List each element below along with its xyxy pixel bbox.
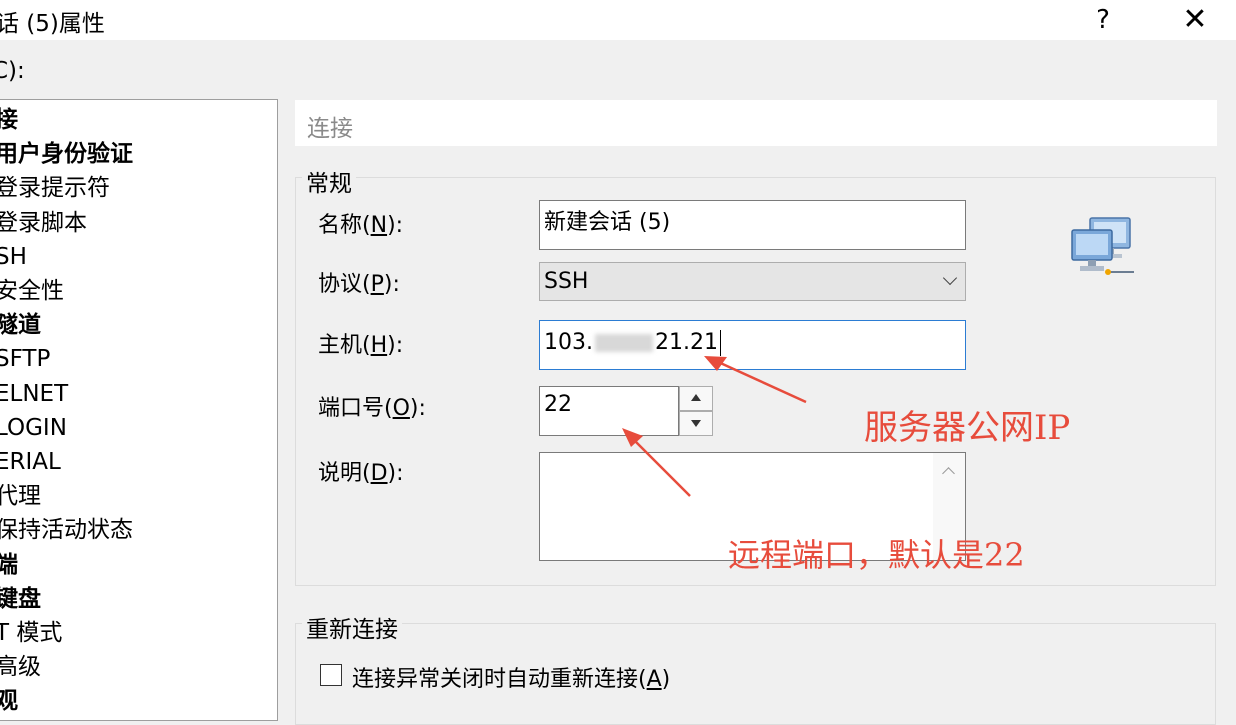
scroll-up-icon <box>942 467 955 480</box>
tree-item[interactable]: 用户身份验证 <box>0 140 133 168</box>
auto-reconnect-checkbox[interactable] <box>320 664 342 686</box>
port-increment-button[interactable] <box>679 386 713 411</box>
section-header-title: 连接 <box>307 116 353 142</box>
name-label: 名称(N): <box>318 213 404 238</box>
tree-item[interactable]: 隧道 <box>0 311 41 339</box>
category-label: C): <box>0 58 25 84</box>
tree-item[interactable]: 登录脚本 <box>0 209 87 237</box>
help-button[interactable]: ? <box>1080 2 1126 38</box>
tree-item[interactable]: ERIAL <box>0 448 61 476</box>
tree-item[interactable]: SFTP <box>0 345 50 373</box>
host-value-start: 103. <box>544 330 593 355</box>
protocol-select[interactable]: SSH <box>539 262 966 301</box>
close-button[interactable]: ✕ <box>1172 2 1218 38</box>
tree-item[interactable]: 代理 <box>0 482 41 510</box>
auto-reconnect-label[interactable]: 连接异常关闭时自动重新连接(A) <box>352 661 670 693</box>
redacted-block <box>594 334 653 352</box>
port-decrement-button[interactable] <box>679 411 713 436</box>
protocol-value: SSH <box>544 269 589 294</box>
port-input[interactable]: 22 <box>539 386 679 436</box>
protocol-label: 协议(P): <box>318 272 400 297</box>
general-group-title: 常规 <box>302 164 356 198</box>
arrow-down-icon <box>691 420 701 427</box>
ip-annotation: 服务器公网IP <box>864 408 1071 448</box>
chevron-down-icon <box>942 270 958 286</box>
window-title: 话 (5)属性 <box>0 11 105 37</box>
tree-item[interactable]: 观 <box>0 687 18 715</box>
tree-item[interactable]: 登录提示符 <box>0 174 110 202</box>
tree-item[interactable]: 端 <box>0 551 18 579</box>
title-bar: 话 (5)属性 ? ✕ <box>0 0 1236 40</box>
name-input[interactable]: 新建会话 (5) <box>539 200 966 250</box>
text-caret <box>719 330 721 356</box>
reconnect-group-title: 重新连接 <box>302 610 402 644</box>
tree-item[interactable]: ELNET <box>0 380 68 408</box>
host-input[interactable]: 103. 21.21 <box>539 320 966 370</box>
port-label: 端口号(O): <box>318 396 426 421</box>
host-value-end: 21.21 <box>654 330 718 355</box>
port-annotation: 远程端口，默认是22 <box>728 536 1025 574</box>
tree-item[interactable]: 安全性 <box>0 277 64 305</box>
tree-item[interactable]: 保持活动状态 <box>0 516 133 544</box>
tree-item[interactable]: T 模式 <box>0 619 62 647</box>
tree-item[interactable]: 键盘 <box>0 585 41 613</box>
network-computers-icon <box>1071 217 1134 275</box>
tree-item[interactable]: 高级 <box>0 653 41 681</box>
tree-item[interactable]: 接 <box>0 106 18 134</box>
category-tree[interactable]: 接用户身份验证登录提示符登录脚本 SH 安全性隧道 SFTP ELNET LOGIN ERI… <box>0 99 278 721</box>
tree-item[interactable]: LOGIN <box>0 414 67 442</box>
host-label: 主机(H): <box>318 333 404 358</box>
arrow-up-icon <box>691 394 701 401</box>
description-label: 说明(D): <box>318 461 404 486</box>
section-header: 连接 <box>295 100 1217 146</box>
tree-item[interactable]: SH <box>0 243 27 271</box>
